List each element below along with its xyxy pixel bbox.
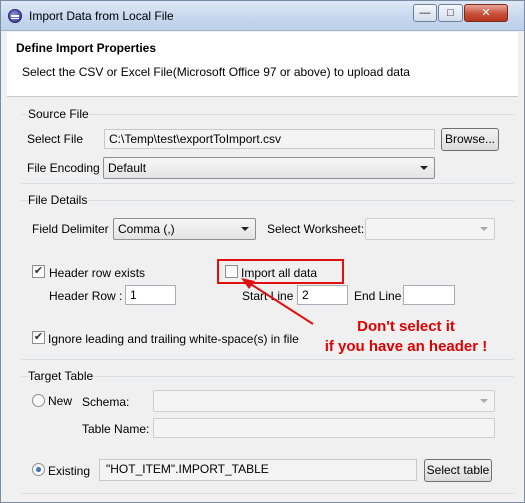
end-line-label: End Line [354,289,402,303]
end-line-input[interactable] [403,285,455,305]
file-path-field[interactable]: C:\Temp\test\exportToImport.csv [104,129,435,149]
file-encoding-label: File Encoding [27,161,100,175]
file-encoding-value: Default [108,161,147,175]
start-line-input[interactable]: 2 [297,285,348,305]
select-file-label: Select File [27,132,84,146]
select-table-button[interactable]: Select table [424,459,492,482]
header-row-input[interactable]: 1 [125,285,176,305]
page-description: Select the CSV or Excel File(Microsoft O… [22,65,410,79]
select-worksheet-label: Select Worksheet: [267,222,365,236]
page-title: Define Import Properties [16,41,157,55]
worksheet-select[interactable] [365,218,495,240]
maximize-button[interactable]: □ [438,4,463,22]
title-bar[interactable]: Import Data from Local File — □ ✕ [1,1,524,31]
existing-table-label: Existing [48,464,91,478]
field-delimiter-select[interactable]: Comma (,) [113,218,256,240]
file-encoding-select[interactable]: Default [103,157,435,179]
field-delimiter-label: Field Delimiter [32,222,109,236]
chevron-down-icon [420,166,428,170]
annotation-highlight-box [217,259,344,284]
annotation-line-1: Don't select it [357,318,455,335]
minimize-button[interactable]: — [413,4,437,22]
check-icon: ✔ [33,265,44,277]
field-delimiter-value: Comma (,) [118,222,175,236]
new-table-radio[interactable] [32,394,45,407]
close-icon: ✕ [481,7,491,19]
file-details-legend: File Details [28,193,88,207]
target-table-legend: Target Table [28,369,94,383]
chevron-down-icon [480,227,488,231]
table-name-label: Table Name: [82,422,150,436]
ignore-whitespace-label: Ignore leading and trailing white-space(… [48,332,299,346]
header-row-exists-checkbox[interactable]: ✔ [32,265,45,278]
schema-label: Schema: [82,395,130,409]
maximize-icon: □ [447,7,454,19]
window-title: Import Data from Local File [29,9,174,23]
app-icon [8,9,22,23]
start-line-label: Start Line [242,289,294,303]
existing-table-radio[interactable] [32,463,45,476]
annotation-text: Don't select it if you have an header ! [301,317,511,357]
import-dialog: Import Data from Local File — □ ✕ Define… [0,0,525,503]
header-row-exists-label: Header row exists [49,266,146,280]
header-row-label: Header Row : [49,289,123,303]
schema-select[interactable] [153,390,495,412]
source-file-legend: Source File [28,107,89,121]
annotation-line-2: if you have an header ! [324,338,488,355]
new-table-label: New [48,394,73,408]
table-name-input[interactable] [153,418,495,438]
check-icon: ✔ [33,331,44,343]
chevron-down-icon [480,399,488,403]
ignore-whitespace-checkbox[interactable]: ✔ [32,331,45,344]
dialog-header: Define Import Properties Select the CSV … [7,32,518,97]
chevron-down-icon [241,227,249,231]
existing-table-field[interactable]: "HOT_ITEM".IMPORT_TABLE [99,459,417,481]
close-button[interactable]: ✕ [464,4,508,22]
browse-button[interactable]: Browse... [441,128,499,151]
minimize-icon: — [419,7,431,19]
